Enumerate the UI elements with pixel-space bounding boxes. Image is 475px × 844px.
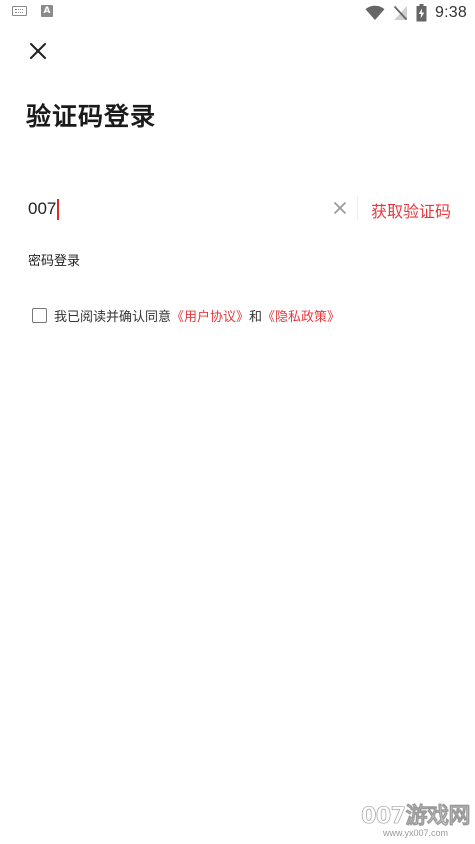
watermark-url: www.yx007.com: [383, 828, 449, 838]
phone-input-value: 007: [28, 199, 57, 218]
password-login-link[interactable]: 密码登录: [28, 250, 80, 269]
agreement-checkbox[interactable]: [32, 308, 47, 323]
close-icon: [30, 43, 46, 59]
watermark: 007游戏网 www.yx007.com: [361, 804, 471, 838]
a-icon: A: [41, 5, 53, 17]
status-time: 9:38: [435, 4, 467, 21]
keyboard-icon: [12, 6, 27, 16]
clear-icon: [334, 202, 346, 214]
agreement-row: 我已阅读并确认同意 《用户协议》 和 《隐私政策》: [32, 306, 340, 325]
agreement-conjunction: 和: [249, 310, 263, 325]
status-bar-right: 9:38: [365, 3, 467, 23]
status-bar: A 9:38: [0, 0, 475, 26]
input-divider: [357, 196, 358, 220]
wifi-icon: [365, 5, 385, 20]
user-agreement-link[interactable]: 《用户协议》: [171, 306, 249, 325]
status-bar-left: A: [12, 5, 53, 17]
close-button[interactable]: [24, 37, 52, 65]
battery-charging-icon: [416, 4, 427, 22]
watermark-text: 007游戏网: [361, 804, 471, 829]
privacy-policy-link[interactable]: 《隐私政策》: [262, 306, 340, 325]
agreement-prefix: 我已阅读并确认同意: [54, 310, 172, 325]
no-signal-icon: [393, 5, 408, 21]
phone-input-row: 007 获取验证码: [28, 192, 453, 226]
page-title: 验证码登录: [26, 102, 157, 131]
text-caret: [57, 198, 60, 220]
phone-input[interactable]: 007: [28, 196, 60, 222]
clear-input-button[interactable]: [332, 200, 348, 216]
get-verification-code-button[interactable]: 获取验证码: [371, 198, 451, 222]
